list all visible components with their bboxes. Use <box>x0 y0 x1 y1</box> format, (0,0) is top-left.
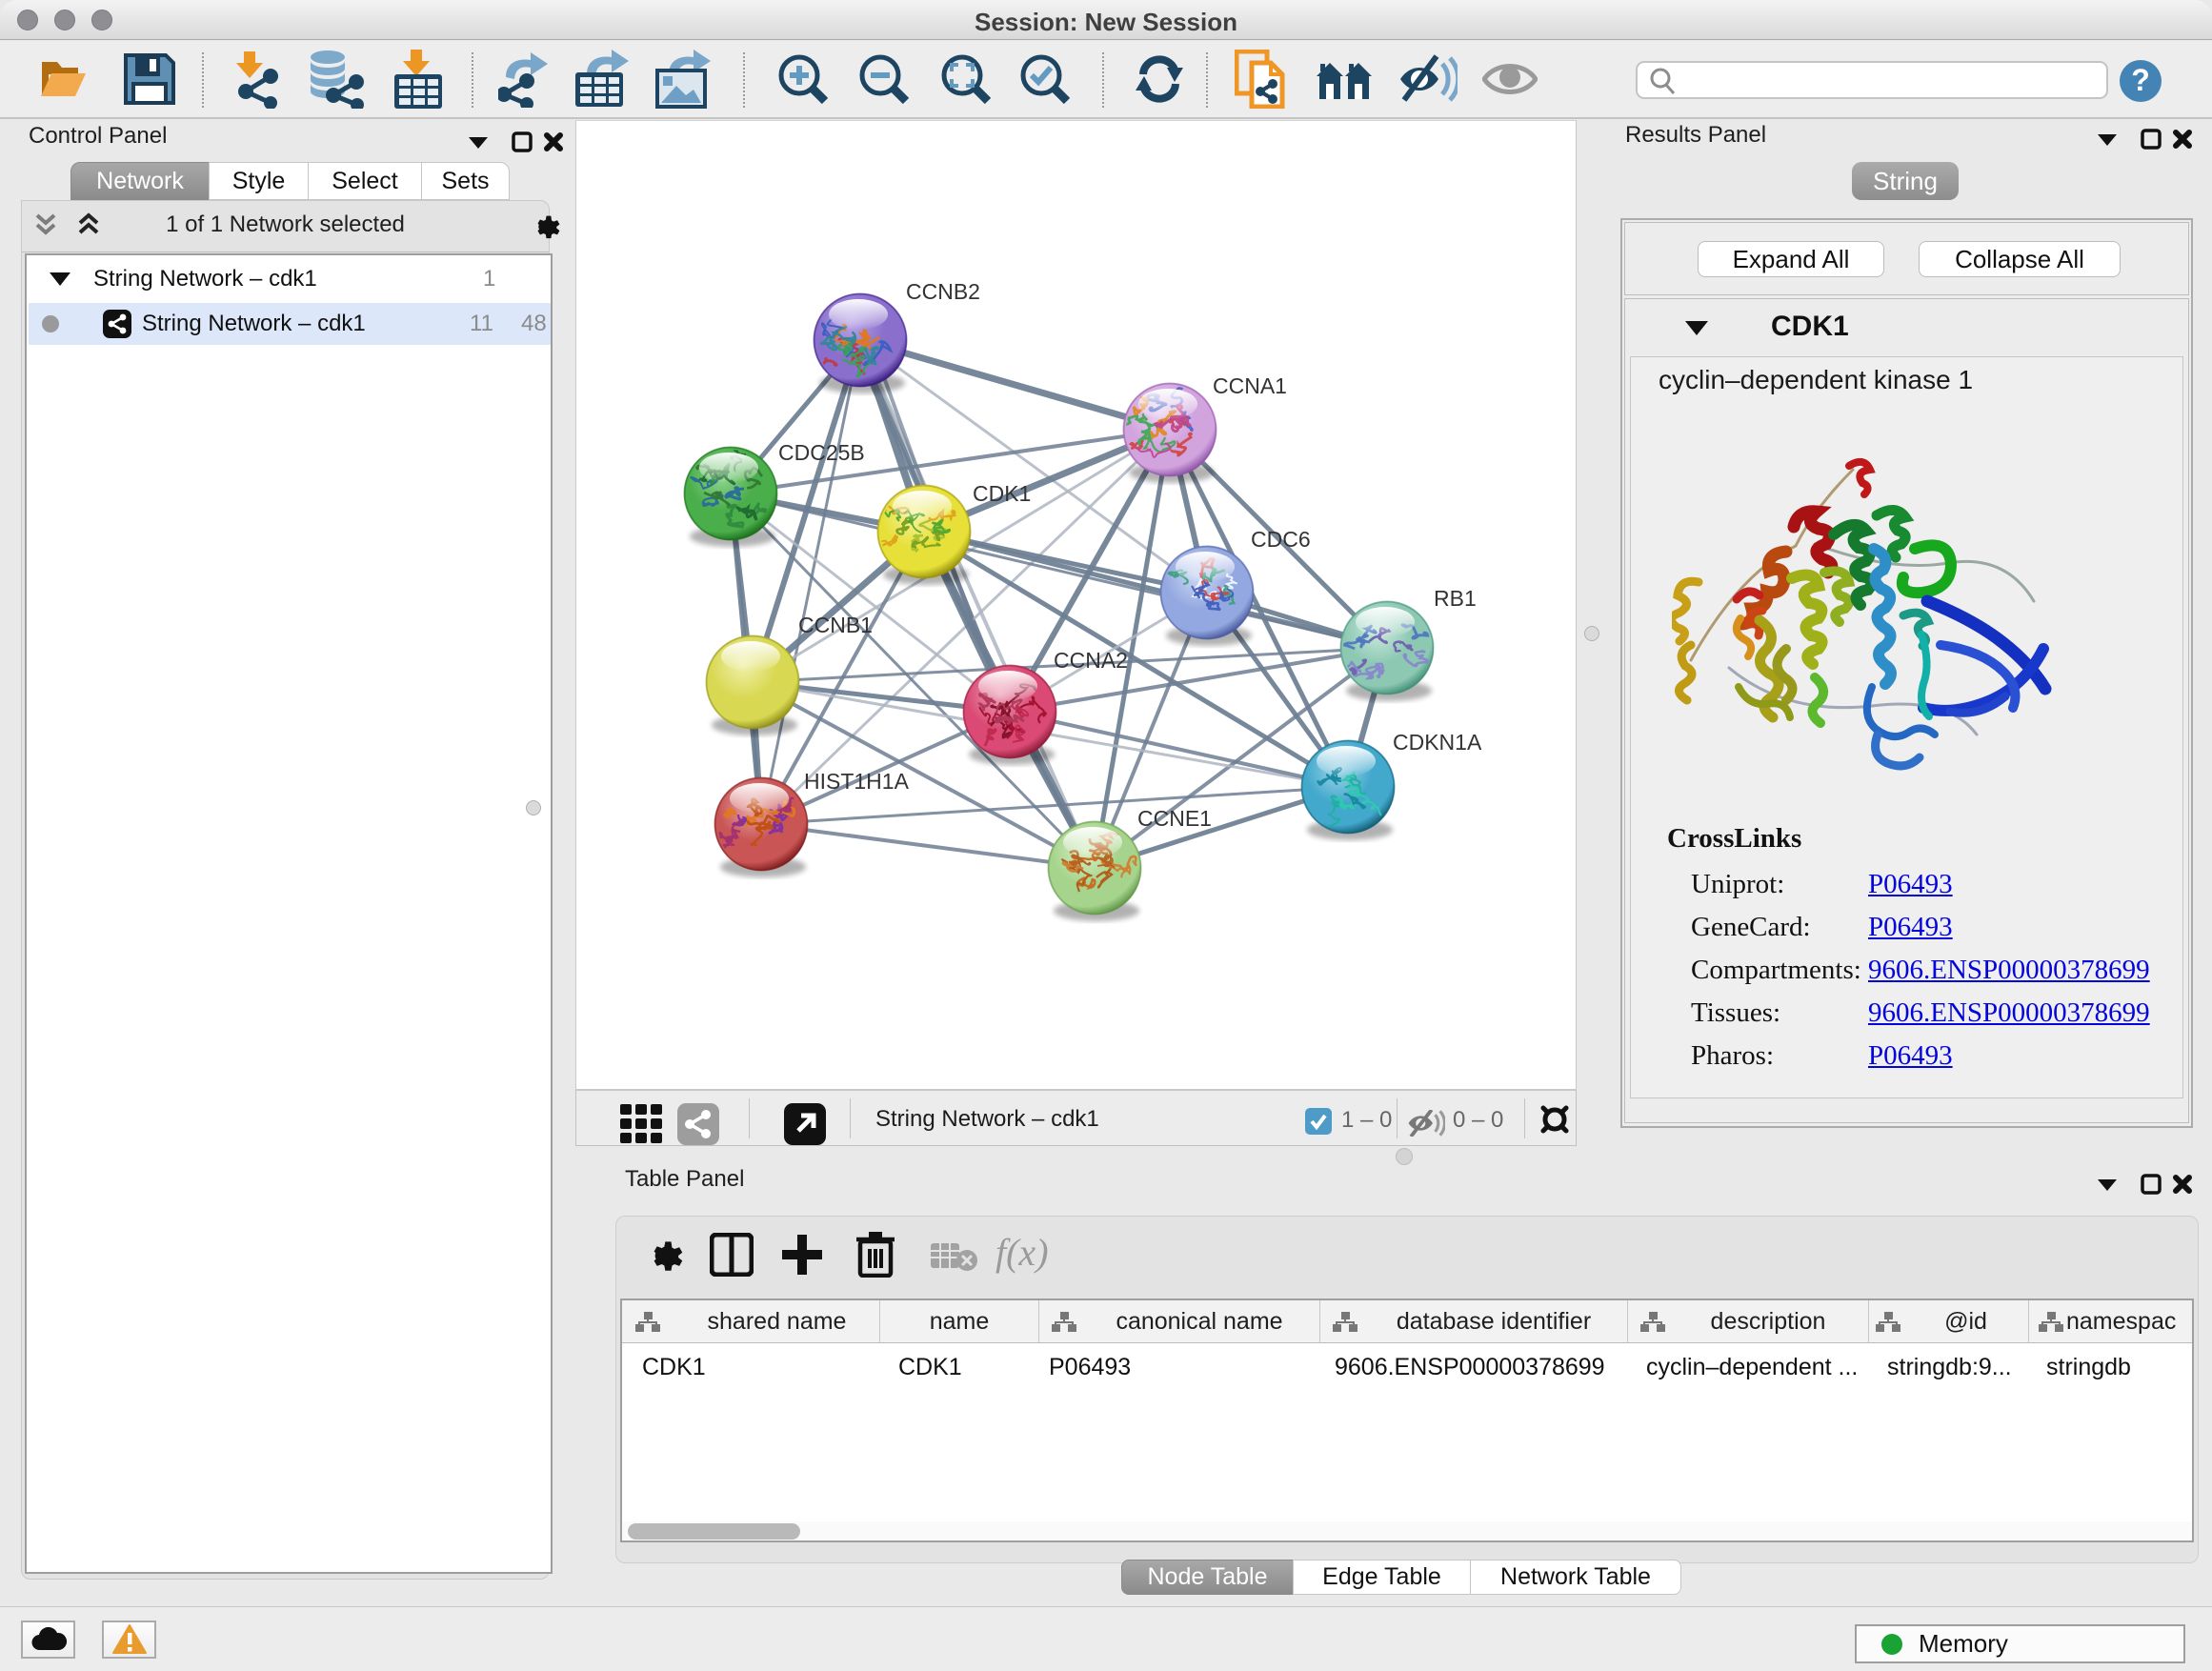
svg-text:CCNB1: CCNB1 <box>798 613 873 637</box>
svg-text:CCNA2: CCNA2 <box>1054 648 1128 673</box>
svg-text:CDC25B: CDC25B <box>778 440 865 465</box>
svg-text:CCNB2: CCNB2 <box>906 279 980 304</box>
svg-text:CDC6: CDC6 <box>1251 527 1311 552</box>
svg-text:HIST1H1A: HIST1H1A <box>804 769 910 794</box>
svg-text:CCNA1: CCNA1 <box>1213 373 1287 398</box>
svg-text:?: ? <box>2131 63 2150 97</box>
svg-text:CDKN1A: CDKN1A <box>1393 730 1482 755</box>
svg-text:CDK1: CDK1 <box>973 481 1031 506</box>
svg-text:CCNE1: CCNE1 <box>1137 806 1212 831</box>
svg-text:RB1: RB1 <box>1434 586 1477 611</box>
